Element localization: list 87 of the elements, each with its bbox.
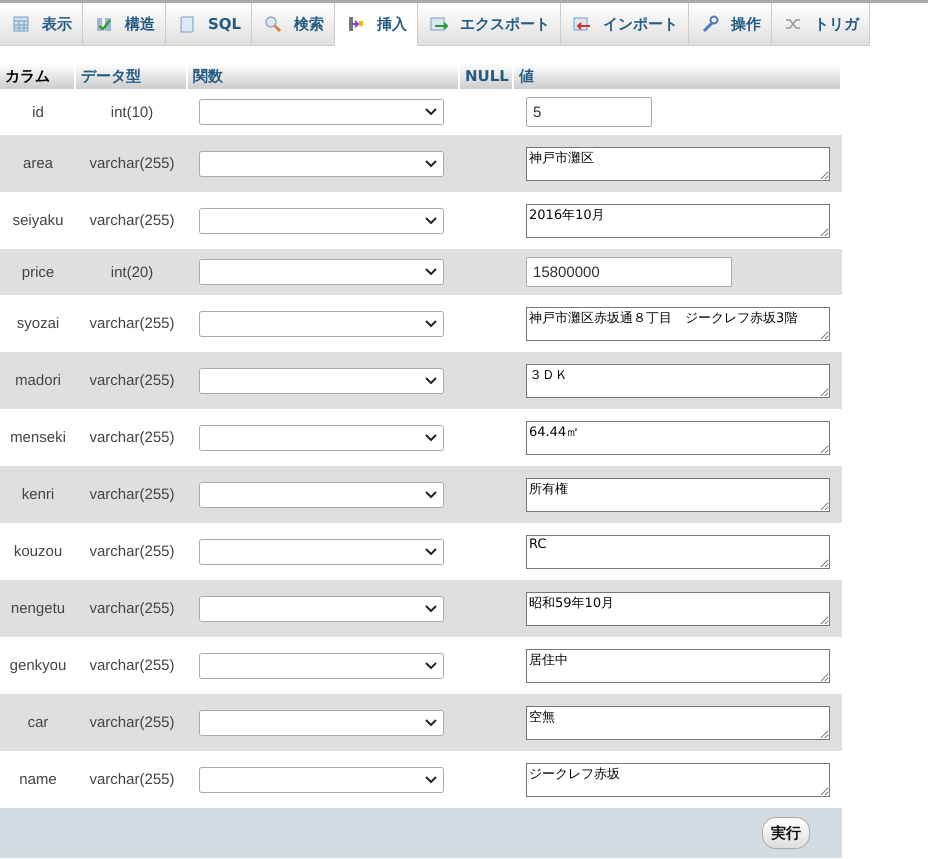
import-icon — [573, 15, 592, 33]
column-name: syozai — [16, 315, 60, 332]
data-type: int(20) — [110, 264, 154, 280]
data-type: varchar(255) — [88, 315, 176, 332]
function-select[interactable] — [199, 208, 444, 234]
function-select[interactable] — [199, 596, 444, 622]
value-field[interactable]: 昭和59年10月 — [526, 592, 830, 626]
data-type: varchar(255) — [88, 486, 176, 503]
wrench-icon — [701, 15, 720, 33]
data-type: int(10) — [110, 104, 154, 120]
chevron-down-icon — [425, 718, 437, 726]
data-type: varchar(255) — [88, 372, 176, 389]
data-type: varchar(255) — [88, 212, 176, 229]
column-name: id — [31, 104, 45, 120]
function-select[interactable] — [199, 710, 444, 736]
value-field[interactable]: 15800000 — [526, 257, 732, 287]
chevron-down-icon — [425, 268, 437, 276]
column-name: genkyou — [8, 657, 68, 674]
column-header[interactable]: 値 — [514, 63, 842, 89]
value-field[interactable]: 5 — [526, 97, 652, 127]
data-type: varchar(255) — [88, 155, 176, 172]
data-type: varchar(255) — [88, 600, 176, 617]
function-select[interactable] — [199, 538, 444, 564]
data-type: varchar(255) — [88, 543, 176, 560]
data-type: varchar(255) — [88, 657, 176, 674]
chevron-down-icon — [425, 604, 437, 612]
value-field[interactable]: 居住中 — [526, 648, 830, 682]
column-name: kouzou — [12, 543, 64, 560]
chevron-down-icon — [425, 776, 437, 784]
tab[interactable]: 構造 — [83, 3, 166, 46]
column-name: nengetu — [10, 600, 66, 617]
column-name: car — [26, 714, 50, 731]
function-select[interactable] — [199, 424, 444, 450]
function-select[interactable] — [199, 652, 444, 678]
structure-icon — [95, 15, 113, 33]
column-name: price — [20, 264, 56, 280]
chevron-down-icon — [425, 108, 437, 116]
column-name: seiyaku — [12, 212, 64, 229]
function-select[interactable] — [199, 368, 444, 394]
chevron-down-icon — [425, 376, 437, 384]
chevron-down-icon — [425, 548, 437, 556]
tab[interactable]: トリガ — [772, 3, 870, 46]
data-type: varchar(255) — [88, 429, 176, 446]
chevron-down-icon — [425, 160, 437, 168]
column-name: kenri — [20, 486, 56, 503]
scroll-icon — [178, 15, 196, 33]
column-header[interactable]: NULL — [460, 63, 514, 89]
submit-button[interactable]: 実行 — [762, 817, 810, 849]
tab[interactable]: インポート — [561, 3, 690, 46]
search-icon — [264, 15, 282, 33]
column-header: カラム — [0, 63, 76, 89]
column-header[interactable]: 関数 — [188, 63, 460, 89]
chevron-down-icon — [425, 662, 437, 670]
function-select[interactable] — [199, 766, 444, 792]
value-field[interactable]: 神戸市灘区 — [526, 146, 830, 180]
chevron-down-icon — [425, 216, 437, 224]
value-field[interactable]: RC — [526, 534, 830, 568]
chevron-down-icon — [425, 320, 437, 328]
export-icon — [430, 15, 448, 33]
column-header[interactable]: データ型 — [76, 63, 188, 89]
tab[interactable]: SQL — [166, 3, 252, 46]
column-name: menseki — [9, 429, 67, 446]
data-type: varchar(255) — [88, 714, 176, 731]
data-type: varchar(255) — [88, 771, 176, 788]
function-select[interactable] — [199, 310, 444, 336]
column-name: madori — [14, 372, 62, 389]
chevron-down-icon — [425, 490, 437, 498]
chevron-down-icon — [425, 434, 437, 442]
function-select[interactable] — [199, 482, 444, 508]
value-field[interactable]: 所有権 — [526, 478, 830, 512]
value-field[interactable]: ジークレフ赤坂 — [526, 762, 830, 796]
column-name: area — [22, 155, 54, 172]
value-field[interactable]: ３ＤＫ — [526, 364, 830, 398]
function-select[interactable] — [199, 99, 444, 125]
table-icon — [12, 15, 30, 33]
value-field[interactable]: 64.44㎡ — [526, 420, 830, 454]
tab[interactable]: 操作 — [689, 3, 772, 46]
column-name: name — [18, 771, 58, 788]
tab[interactable]: エクスポート — [418, 3, 562, 46]
value-field[interactable]: 空無 — [526, 706, 830, 740]
value-field[interactable]: 2016年10月 — [526, 204, 830, 238]
function-select[interactable] — [199, 259, 444, 285]
tab[interactable]: 表示 — [0, 3, 83, 46]
value-field[interactable]: 神戸市灘区赤坂通８丁目 ジークレフ赤坂3階 — [526, 306, 830, 340]
insert-icon — [347, 15, 366, 33]
tab[interactable]: 検索 — [252, 3, 336, 46]
function-select[interactable] — [199, 150, 444, 176]
